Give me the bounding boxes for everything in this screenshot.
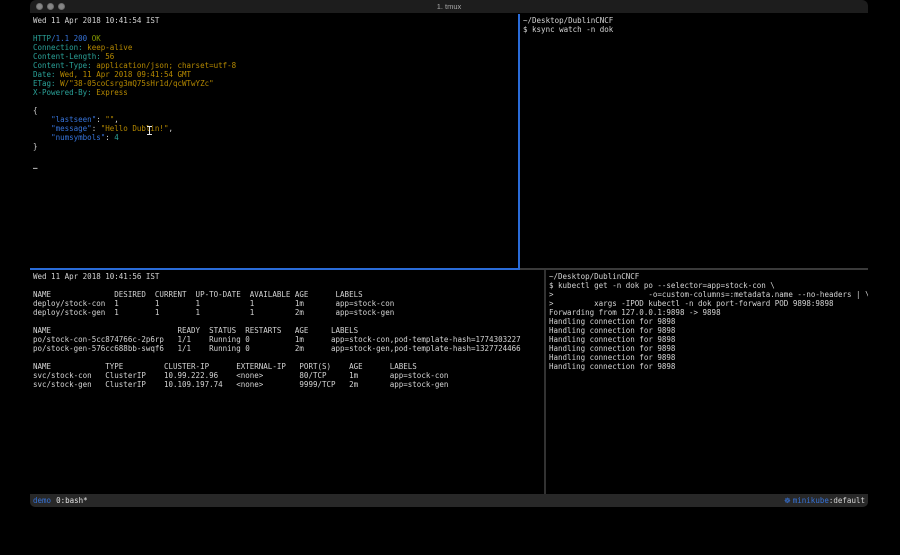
terminal-line: NAME DESIRED CURRENT UP-TO-DATE AVAILABL…	[33, 290, 544, 299]
window-list-item[interactable]: 0:bash*	[56, 494, 88, 507]
terminal-line: NAME READY STATUS RESTARTS AGE LABELS	[33, 326, 544, 335]
session-name: demo	[33, 494, 51, 507]
terminal-line: Handling connection for 9898	[549, 344, 868, 353]
pane-port-forward[interactable]: ~/Desktop/DublinCNCF$ kubectl get -n dok…	[546, 270, 868, 494]
terminal-line: Handling connection for 9898	[549, 326, 868, 335]
status-left: demo 0:bash*	[33, 494, 88, 507]
terminal-line	[33, 317, 544, 326]
terminal-line: "lastseen": "",	[33, 115, 518, 124]
terminal-line: $ ksync watch -n dok	[523, 25, 868, 34]
terminal-line: Wed 11 Apr 2018 10:41:54 IST	[33, 16, 518, 25]
terminal-line: X-Powered-By: Express	[33, 88, 518, 97]
terminal-line: Content-Length: 56	[33, 52, 518, 61]
terminal-line: Forwarding from 127.0.0.1:9898 -> 9898	[549, 308, 868, 317]
terminal-line: "message": "Hello Dublin!",	[33, 124, 518, 133]
terminal-line: Connection: keep-alive	[33, 43, 518, 52]
kube-context: minikube	[793, 494, 829, 507]
terminal-line: > -o=custom-columns=:metadata.name --no-…	[549, 290, 868, 299]
tmux-session: Wed 11 Apr 2018 10:41:54 IST HTTP/1.1 20…	[30, 14, 868, 494]
terminal-line: {	[33, 106, 518, 115]
terminal-line: "numsymbols": 4	[33, 133, 518, 142]
terminal-line: Handling connection for 9898	[549, 317, 868, 326]
pane-http-response[interactable]: Wed 11 Apr 2018 10:41:54 IST HTTP/1.1 20…	[30, 14, 518, 268]
terminal-line: ~/Desktop/DublinCNCF	[523, 16, 868, 25]
terminal-line: > xargs -IPOD kubectl -n dok port-forwar…	[549, 299, 868, 308]
close-button[interactable]	[36, 3, 43, 10]
terminal-line: deploy/stock-gen 1 1 1 1 2m app=stock-ge…	[33, 308, 544, 317]
terminal-line	[33, 353, 544, 362]
status-right: ☸ minikube :default	[784, 494, 865, 507]
terminal-line	[33, 25, 518, 34]
zoom-button[interactable]	[58, 3, 65, 10]
terminal-line: Handling connection for 9898	[549, 335, 868, 344]
terminal-line: $ kubectl get -n dok po --selector=app=s…	[549, 281, 868, 290]
terminal-line: NAME TYPE CLUSTER-IP EXTERNAL-IP PORT(S)…	[33, 362, 544, 371]
terminal-line: HTTP/1.1 200 OK	[33, 34, 518, 43]
terminal-line: }	[33, 142, 518, 151]
kubernetes-icon: ☸	[784, 494, 791, 507]
traffic-lights	[36, 3, 65, 10]
tmux-status-bar: demo 0:bash* ☸ minikube :default	[30, 494, 868, 507]
terminal-line: Handling connection for 9898	[549, 353, 868, 362]
terminal-line: Wed 11 Apr 2018 10:41:56 IST	[33, 272, 544, 281]
pane-kubectl-resources[interactable]: Wed 11 Apr 2018 10:41:56 IST NAME DESIRE…	[30, 270, 544, 494]
terminal-line	[33, 151, 518, 160]
terminal-line: svc/stock-gen ClusterIP 10.109.197.74 <n…	[33, 380, 544, 389]
terminal-line: Handling connection for 9898	[549, 362, 868, 371]
terminal-window: 1. tmux Wed 11 Apr 2018 10:41:54 IST HTT…	[30, 0, 868, 507]
terminal-line: po/stock-gen-576cc688bb-swqf6 1/1 Runnin…	[33, 344, 544, 353]
terminal-line: Date: Wed, 11 Apr 2018 09:41:54 GMT	[33, 70, 518, 79]
terminal-line	[33, 281, 544, 290]
mouse-ibeam-cursor	[147, 126, 152, 135]
terminal-line	[33, 97, 518, 106]
terminal-line: ~/Desktop/DublinCNCF	[549, 272, 868, 281]
window-titlebar[interactable]: 1. tmux	[30, 0, 868, 14]
terminal-line: deploy/stock-con 1 1 1 1 1m app=stock-co…	[33, 299, 544, 308]
window-title: 1. tmux	[437, 2, 462, 11]
minimize-button[interactable]	[47, 3, 54, 10]
kube-namespace: :default	[829, 494, 865, 507]
terminal-line: Content-Type: application/json; charset=…	[33, 61, 518, 70]
terminal-line: ETag: W/"38-05coCsrg3mQ75sHr1d/qcWTwYZc"	[33, 79, 518, 88]
terminal-line: po/stock-con-5cc874766c-2p6rp 1/1 Runnin…	[33, 335, 544, 344]
terminal-line: svc/stock-con ClusterIP 10.99.222.96 <no…	[33, 371, 544, 380]
terminal-line: _	[33, 160, 518, 169]
pane-ksync-watch[interactable]: ~/Desktop/DublinCNCF$ ksync watch -n dok	[520, 14, 868, 268]
